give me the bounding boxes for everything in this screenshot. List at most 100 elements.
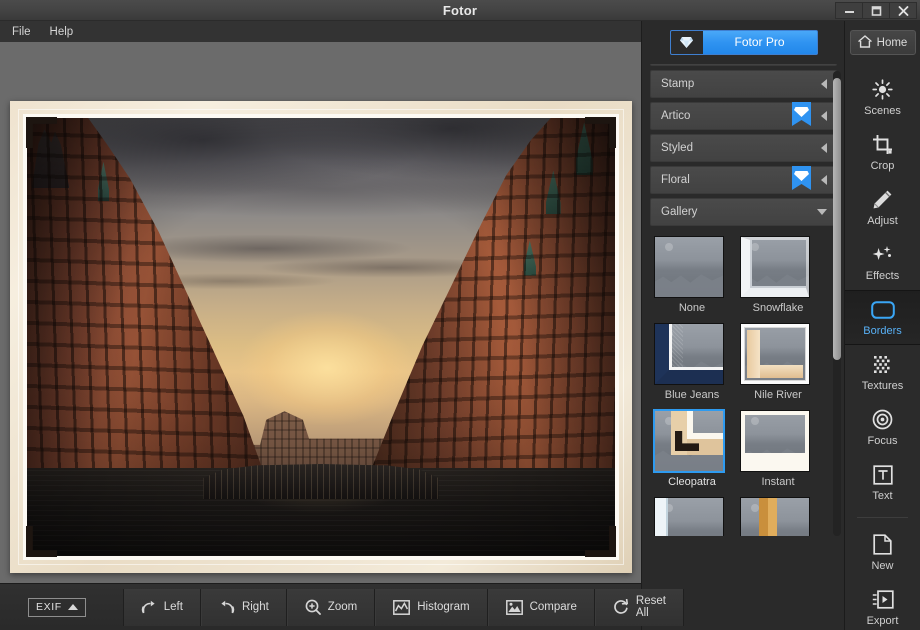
histogram-button[interactable]: Histogram [375, 589, 487, 626]
tool-scenes[interactable]: Scenes [845, 70, 920, 125]
tool-label: Text [872, 490, 892, 502]
exif-label: EXIF [36, 601, 62, 613]
category-label-gallery: Gallery [651, 206, 697, 218]
tool-rail: Home Scenes Crop Adjust [844, 21, 920, 630]
compare-icon [506, 600, 523, 615]
chevron-left-icon [821, 79, 827, 89]
category-row-gallery[interactable]: Gallery [650, 198, 837, 226]
category-row-styled[interactable]: Styled [650, 134, 837, 162]
caret-up-icon [68, 604, 78, 610]
tool-label: Textures [862, 380, 904, 392]
menu-item-file[interactable]: File [12, 24, 40, 40]
tool-label: Borders [863, 325, 902, 337]
checker-icon [872, 354, 893, 376]
tool-export[interactable]: Export [845, 580, 920, 630]
rotate-left-button[interactable]: Left [123, 589, 201, 626]
border-thumb-label: None [654, 301, 730, 315]
chevron-left-icon [821, 111, 827, 121]
border-thumb-instant[interactable]: Instant [740, 410, 816, 489]
minimize-button[interactable] [835, 2, 863, 19]
border-thumb-nile-river[interactable]: Nile River [740, 323, 816, 402]
reset-icon [613, 599, 629, 615]
border-thumb-snowflake[interactable]: Snowflake [740, 236, 816, 315]
category-label-styled: Styled [651, 142, 693, 154]
crop-icon [872, 134, 893, 156]
action-label: Zoom [328, 601, 357, 613]
border-thumb-none[interactable]: None [654, 236, 730, 315]
zoom-button[interactable]: Zoom [287, 589, 375, 626]
framed-photo[interactable] [10, 101, 632, 573]
border-thumb-label: Snowflake [740, 301, 816, 315]
home-label: Home [877, 37, 908, 49]
home-button[interactable]: Home [850, 30, 916, 55]
border-thumb-label: Instant [740, 475, 816, 489]
home-bar: Home [845, 21, 920, 64]
tool-effects[interactable]: Effects [845, 235, 920, 290]
rail-divider [857, 517, 908, 518]
window-title: Fotor [0, 0, 920, 21]
image-canvas[interactable] [0, 42, 641, 583]
histogram-icon [393, 600, 410, 615]
rotate-right-icon [219, 600, 235, 615]
tool-textures[interactable]: Textures [845, 345, 920, 400]
tool-crop[interactable]: Crop [845, 125, 920, 180]
home-icon [858, 35, 872, 51]
category-row-floral[interactable]: Floral [650, 166, 837, 194]
zoom-plus-icon [305, 599, 321, 615]
category-label-floral: Floral [651, 174, 690, 186]
rotate-left-icon [141, 600, 157, 615]
borders-scroll-area[interactable]: Stamp Artico Styled [642, 64, 845, 536]
category-row-partial[interactable] [650, 64, 837, 66]
tool-borders[interactable]: Borders [845, 290, 920, 345]
menu-item-help[interactable]: Help [50, 24, 83, 40]
category-label-stamp: Stamp [651, 78, 694, 90]
window-controls [836, 2, 917, 19]
fotor-app-window: Fotor File Help [0, 0, 920, 630]
tool-label: Crop [871, 160, 895, 172]
pro-ribbon-icon [792, 166, 811, 191]
tool-text[interactable]: Text [845, 455, 920, 510]
border-thumb-partial-2[interactable] [740, 497, 816, 536]
bottom-action-group: Left Right Zoom Histogram [123, 589, 684, 626]
pencil-icon [872, 189, 893, 211]
pro-bar: Fotor Pro [642, 21, 845, 64]
tool-adjust[interactable]: Adjust [845, 180, 920, 235]
title-bar: Fotor [0, 0, 920, 21]
action-label: Right [242, 601, 269, 613]
action-label: Left [164, 601, 183, 613]
page-icon [873, 534, 892, 556]
compare-button[interactable]: Compare [488, 589, 595, 626]
tool-label: Effects [866, 270, 899, 282]
chevron-left-icon [821, 143, 827, 153]
border-thumb-blue-jeans[interactable]: Blue Jeans [654, 323, 730, 402]
tool-label: Export [867, 615, 899, 627]
chevron-down-icon [817, 209, 827, 215]
text-t-icon [873, 464, 893, 486]
border-thumb-label: Nile River [740, 388, 816, 402]
action-label: Reset All [636, 595, 666, 619]
tool-label: Focus [868, 435, 898, 447]
tool-new[interactable]: New [845, 525, 920, 580]
category-label-artico: Artico [651, 110, 690, 122]
border-thumb-cleopatra[interactable]: Cleopatra [654, 410, 730, 489]
maximize-button[interactable] [862, 2, 890, 19]
exif-toggle-button[interactable]: EXIF [28, 598, 86, 617]
sun-icon [872, 79, 893, 101]
tool-focus[interactable]: Focus [845, 400, 920, 455]
list-scrollbar-thumb[interactable] [833, 78, 841, 360]
category-row-stamp[interactable]: Stamp [650, 70, 837, 98]
photo-mat [23, 114, 619, 560]
category-row-artico[interactable]: Artico [650, 102, 837, 130]
frame-icon [871, 299, 895, 321]
diamond-icon [671, 31, 703, 54]
tool-label: New [871, 560, 893, 572]
export-icon [872, 589, 894, 611]
rotate-right-button[interactable]: Right [201, 589, 287, 626]
tool-label: Scenes [864, 105, 901, 117]
border-thumb-partial-1[interactable] [654, 497, 730, 536]
tool-list: Scenes Crop Adjust Effects [845, 64, 920, 630]
close-button[interactable] [889, 2, 917, 19]
vignette-overlay [27, 118, 615, 556]
reset-all-button[interactable]: Reset All [595, 589, 684, 626]
fotor-pro-button[interactable]: Fotor Pro [670, 30, 818, 55]
